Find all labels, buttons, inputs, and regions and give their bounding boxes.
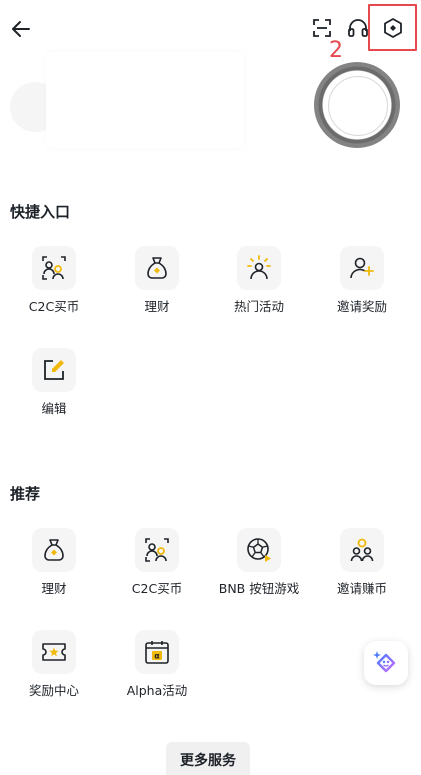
assistive-touch-button[interactable] — [314, 62, 400, 148]
edit-icon — [44, 360, 64, 380]
arrow-left-icon — [12, 21, 30, 37]
rec-item-c2c[interactable]: C2C买币 — [107, 528, 207, 608]
rec-item-label: 邀请赚币 — [336, 581, 387, 596]
top-bar — [0, 0, 421, 56]
invite-earn-icon — [350, 538, 374, 562]
quick-item-label: 理财 — [144, 299, 170, 314]
rec-item-invite-earn[interactable]: 邀请赚币 — [312, 528, 412, 608]
money-bag-icon — [44, 539, 64, 561]
annotation-highlight-box — [368, 4, 417, 51]
tile — [32, 528, 76, 572]
invite-user-icon — [350, 257, 374, 279]
rec-item-reward-center[interactable]: 奖励中心 — [4, 630, 104, 710]
tile — [32, 246, 76, 290]
profile-card[interactable] — [46, 52, 244, 148]
quick-item-c2c[interactable]: C2C买币 — [4, 246, 104, 326]
tile — [32, 348, 76, 392]
tile — [32, 630, 76, 674]
tile: α — [135, 630, 179, 674]
quick-item-label: 编辑 — [41, 401, 67, 416]
svg-text:α: α — [154, 652, 160, 661]
quick-access-title: 快捷入口 — [10, 203, 71, 221]
tile — [237, 528, 281, 572]
quick-item-label: 热门活动 — [233, 299, 284, 314]
rec-item-label: C2C买币 — [131, 581, 183, 596]
ai-assistant-button[interactable] — [364, 641, 408, 685]
tile — [340, 246, 384, 290]
rec-item-label: 理财 — [41, 581, 67, 596]
rec-item-alpha-activity[interactable]: α Alpha活动 — [107, 630, 207, 710]
more-services-button[interactable]: 更多服务 — [166, 742, 250, 775]
headset-icon — [348, 19, 368, 37]
alpha-calendar-icon: α — [145, 641, 169, 664]
user-center-page: 2 快捷入口 C2C买币 理财 热门活动 邀请奖励 编辑 推荐 理财 C2C买币… — [0, 0, 421, 775]
c2c-users-icon — [42, 256, 66, 280]
rec-item-label: Alpha活动 — [126, 683, 188, 698]
quick-item-invite-reward[interactable]: 邀请奖励 — [312, 246, 412, 326]
quick-item-wealth[interactable]: 理财 — [107, 246, 207, 326]
tile — [135, 528, 179, 572]
game-ball-icon — [247, 538, 271, 562]
money-bag-icon — [147, 257, 167, 279]
back-button[interactable] — [6, 14, 36, 44]
quick-item-label: 邀请奖励 — [336, 299, 387, 314]
rec-item-wealth[interactable]: 理财 — [4, 528, 104, 608]
c2c-users-icon — [145, 538, 169, 562]
tile — [237, 246, 281, 290]
rec-item-label: BNB 按钮游戏 — [218, 581, 300, 596]
quick-item-label: C2C买币 — [28, 299, 80, 314]
ai-face-icon — [373, 651, 396, 673]
tile — [135, 246, 179, 290]
hot-activity-icon — [247, 255, 271, 280]
quick-item-hot-activity[interactable]: 热门活动 — [209, 246, 309, 326]
recommended-title: 推荐 — [10, 485, 41, 503]
reward-ticket-icon — [42, 643, 66, 661]
rec-item-bnb-game[interactable]: BNB 按钮游戏 — [209, 528, 309, 608]
rec-item-label: 奖励中心 — [28, 683, 79, 698]
annotation-step-number: 2 — [329, 38, 343, 63]
quick-item-edit[interactable]: 编辑 — [4, 348, 104, 428]
tile — [340, 528, 384, 572]
scan-icon — [313, 19, 331, 37]
